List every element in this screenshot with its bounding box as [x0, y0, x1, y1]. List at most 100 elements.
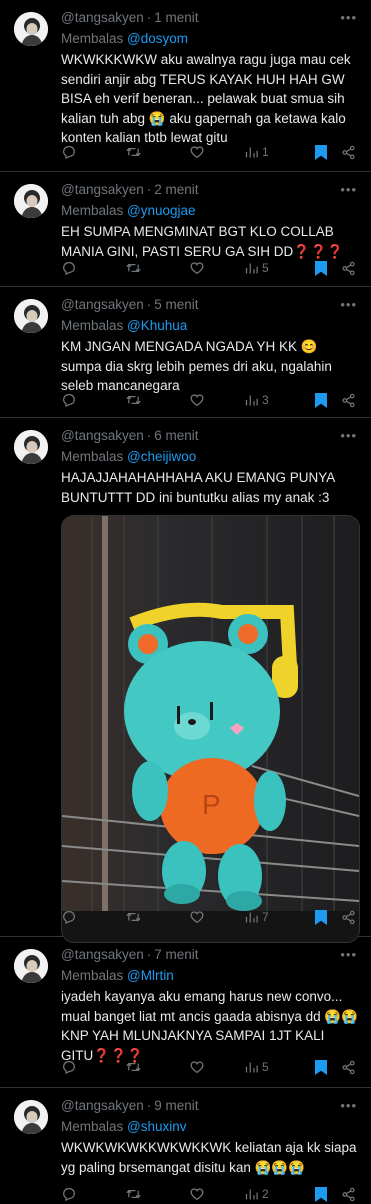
reply-icon [63, 262, 75, 275]
share-button[interactable] [341, 910, 356, 925]
views-chart-icon [245, 912, 258, 922]
tweet[interactable]: @tangsakyen · 5 menit Membalas @Khuhua KM … [0, 287, 371, 418]
reply-button[interactable] [61, 144, 125, 160]
avatar[interactable] [14, 430, 48, 464]
replying-to: Membalas @Khuhua [61, 316, 359, 335]
retweet-button[interactable] [125, 1186, 189, 1202]
bookmark-button[interactable] [314, 1059, 341, 1076]
bookmark-button[interactable] [314, 909, 341, 926]
views-button[interactable]: 3 [244, 393, 314, 408]
reply-to-handle[interactable]: @cheijiwoo [127, 449, 196, 464]
bookmark-button[interactable] [314, 144, 341, 161]
bookmark-icon [315, 1059, 327, 1075]
views-count: 2 [262, 1187, 269, 1201]
timestamp[interactable]: 9 menit [154, 1098, 198, 1113]
heart-icon [190, 1188, 204, 1201]
user-handle[interactable]: @tangsakyen [61, 1098, 144, 1113]
more-icon[interactable]: ••• [340, 296, 357, 313]
retweet-icon [126, 912, 141, 922]
timestamp[interactable]: 7 menit [154, 947, 198, 962]
reply-to-handle[interactable]: @shuxinv [127, 1119, 186, 1134]
reply-icon [63, 1188, 75, 1201]
avatar[interactable] [14, 1100, 48, 1134]
more-icon[interactable]: ••• [340, 9, 357, 26]
views-button[interactable]: 7 [244, 910, 314, 925]
timestamp[interactable]: 2 menit [154, 182, 198, 197]
reply-to-handle[interactable]: @Khuhua [127, 318, 187, 333]
user-handle[interactable]: @tangsakyen [61, 10, 144, 25]
user-handle[interactable]: @tangsakyen [61, 947, 144, 962]
views-button[interactable]: 5 [244, 261, 314, 276]
retweet-button[interactable] [125, 909, 189, 925]
tweet-content: @tangsakyen · 1 menit Membalas @dosyom WKW… [61, 9, 359, 148]
share-icon [342, 393, 355, 407]
timestamp[interactable]: 1 menit [154, 10, 198, 25]
heart-icon [190, 1061, 204, 1074]
tweet-text: WKWKKKWKW aku awalnya ragu juga mau cek … [61, 52, 351, 145]
more-icon[interactable]: ••• [340, 181, 357, 198]
more-icon[interactable]: ••• [340, 427, 357, 444]
share-icon [342, 1060, 355, 1074]
like-button[interactable] [189, 909, 244, 925]
reply-button[interactable] [61, 260, 125, 276]
avatar[interactable] [14, 184, 48, 218]
share-button[interactable] [341, 1187, 356, 1202]
avatar[interactable] [14, 949, 48, 983]
reply-button[interactable] [61, 1059, 125, 1075]
user-handle[interactable]: @tangsakyen [61, 182, 144, 197]
action-bar: 5 [61, 1057, 361, 1077]
tweet-header: @tangsakyen · 7 menit [61, 947, 199, 962]
tweet-content: @tangsakyen · 5 menit Membalas @Khuhua KM … [61, 296, 359, 396]
retweet-button[interactable] [125, 392, 189, 408]
views-chart-icon [245, 147, 258, 157]
tweet[interactable]: @tangsakyen · 6 menit Membalas @cheijiwoo … [0, 418, 371, 943]
views-chart-icon [245, 263, 258, 273]
share-icon [342, 1187, 355, 1201]
user-handle[interactable]: @tangsakyen [61, 297, 144, 312]
share-button[interactable] [341, 145, 356, 160]
share-button[interactable] [341, 1060, 356, 1075]
reply-to-handle[interactable]: @Mlrtin [127, 968, 174, 983]
tweet[interactable]: @tangsakyen · 2 menit Membalas @ynuogjae E… [0, 172, 371, 287]
retweet-icon [126, 395, 141, 405]
reply-prefix: Membalas [61, 318, 124, 333]
bookmark-button[interactable] [314, 392, 341, 409]
share-button[interactable] [341, 261, 356, 276]
tweet[interactable]: @tangsakyen · 7 menit Membalas @Mlrtin iya… [0, 937, 371, 1088]
reply-prefix: Membalas [61, 968, 124, 983]
views-button[interactable]: 1 [244, 145, 314, 160]
replying-to: Membalas @Mlrtin [61, 966, 359, 985]
bookmark-button[interactable] [314, 1186, 341, 1203]
reply-button[interactable] [61, 909, 125, 925]
more-icon[interactable]: ••• [340, 1097, 357, 1114]
action-bar: 3 [61, 390, 361, 410]
tweet-media-image[interactable]: P [61, 515, 360, 943]
more-icon[interactable]: ••• [340, 946, 357, 963]
reply-to-handle[interactable]: @ynuogjae [127, 203, 196, 218]
views-button[interactable]: 2 [244, 1187, 314, 1202]
like-button[interactable] [189, 1059, 244, 1075]
retweet-button[interactable] [125, 260, 189, 276]
reply-button[interactable] [61, 392, 125, 408]
tweet-content: @tangsakyen · 6 menit Membalas @cheijiwoo … [61, 427, 360, 943]
like-button[interactable] [189, 392, 244, 408]
avatar[interactable] [14, 12, 48, 46]
like-button[interactable] [189, 1186, 244, 1202]
tweet-header: @tangsakyen · 9 menit [61, 1098, 199, 1113]
tweet[interactable]: @tangsakyen · 1 menit Membalas @dosyom WKW… [0, 0, 371, 172]
avatar[interactable] [14, 299, 48, 333]
bookmark-button[interactable] [314, 260, 341, 277]
retweet-button[interactable] [125, 144, 189, 160]
views-button[interactable]: 5 [244, 1060, 314, 1075]
retweet-button[interactable] [125, 1059, 189, 1075]
timestamp[interactable]: 5 menit [154, 297, 198, 312]
tweet[interactable]: @tangsakyen · 9 menit Membalas @shuxinv WK… [0, 1088, 371, 1202]
like-button[interactable] [189, 144, 244, 160]
user-handle[interactable]: @tangsakyen [61, 428, 144, 443]
reply-button[interactable] [61, 1186, 125, 1202]
views-chart-icon [245, 395, 258, 405]
like-button[interactable] [189, 260, 244, 276]
reply-to-handle[interactable]: @dosyom [127, 31, 188, 46]
timestamp[interactable]: 6 menit [154, 428, 198, 443]
share-button[interactable] [341, 393, 356, 408]
